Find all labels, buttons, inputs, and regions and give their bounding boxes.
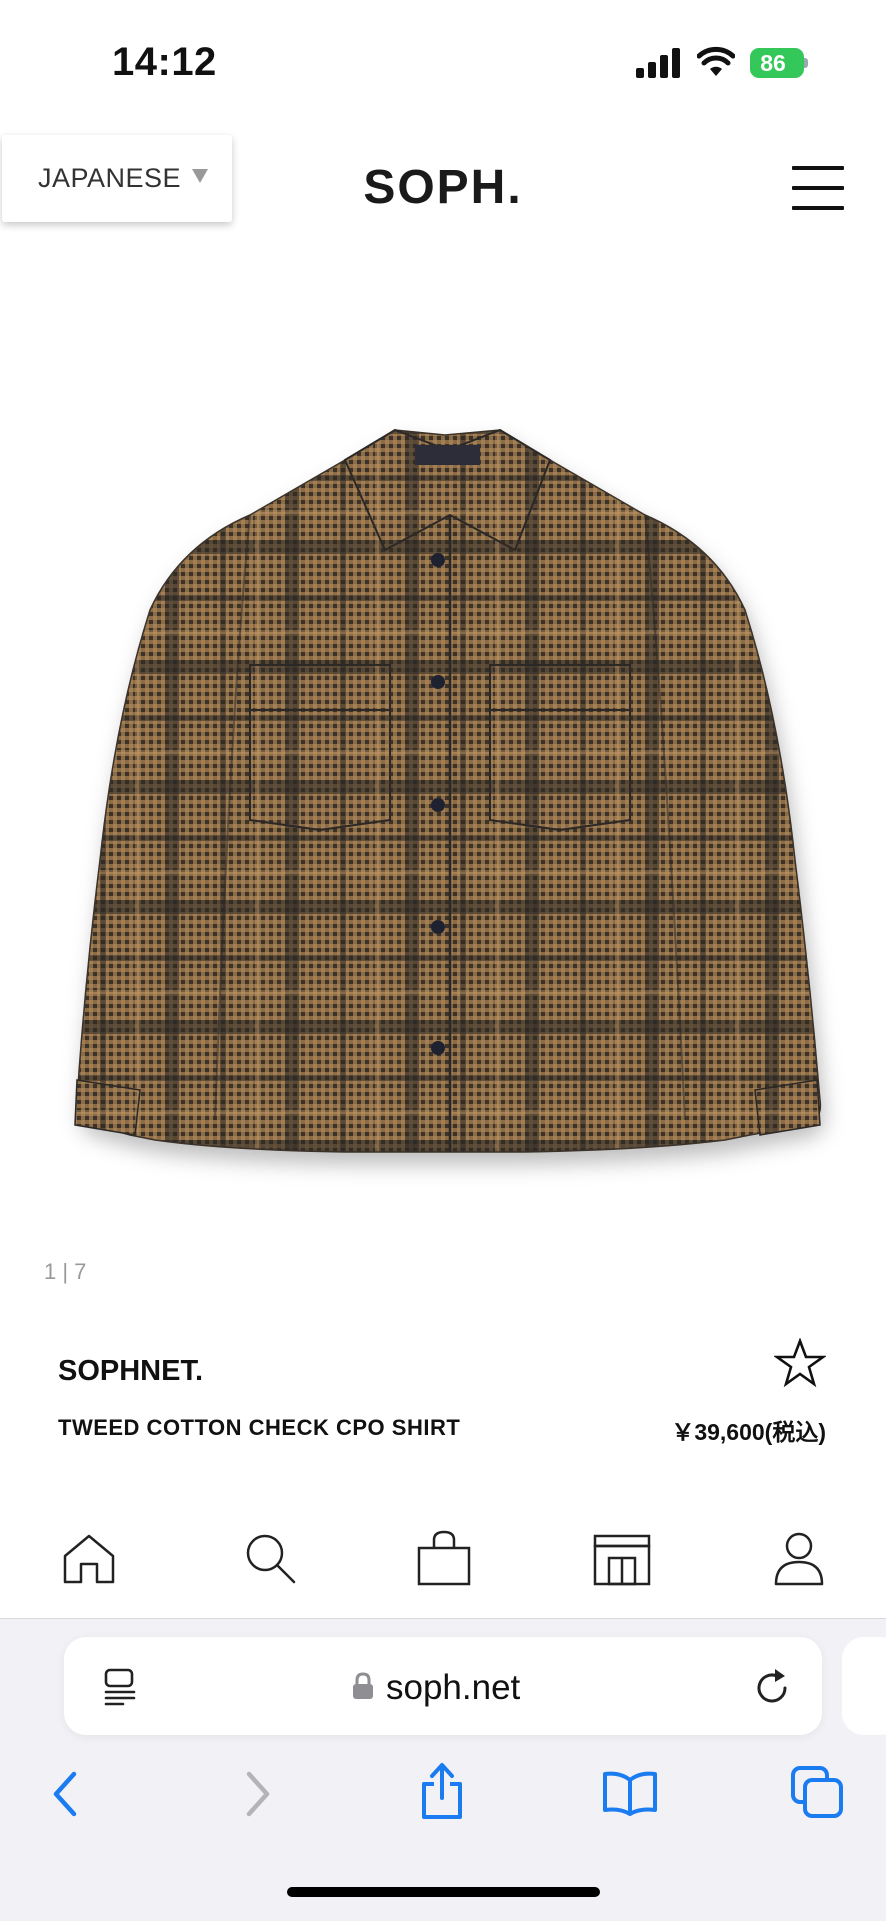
tabs-icon[interactable] xyxy=(790,1765,844,1819)
page-menu-icon[interactable] xyxy=(103,1668,137,1706)
url-text: soph.net xyxy=(386,1668,521,1707)
forward-icon[interactable] xyxy=(243,1770,273,1818)
next-tab-preview[interactable] xyxy=(842,1637,886,1735)
home-icon[interactable] xyxy=(61,1530,117,1586)
site-logo[interactable]: SOPH. xyxy=(0,160,886,215)
back-icon[interactable] xyxy=(50,1770,80,1818)
cellular-signal-icon xyxy=(636,48,680,78)
reload-icon[interactable] xyxy=(755,1668,791,1706)
status-time: 14:12 xyxy=(112,40,217,84)
bookmarks-icon[interactable] xyxy=(602,1770,658,1816)
image-counter: 1 | 7 xyxy=(44,1259,87,1284)
product-brand: SOPHNET. xyxy=(58,1355,204,1387)
home-indicator xyxy=(287,1887,600,1897)
store-icon[interactable] xyxy=(592,1530,652,1586)
share-icon[interactable] xyxy=(418,1762,466,1820)
product-price: ￥39,600(税込) xyxy=(671,1419,826,1445)
star-outline-icon[interactable] xyxy=(774,1338,826,1390)
wifi-icon xyxy=(697,46,735,76)
search-icon[interactable] xyxy=(242,1530,298,1586)
battery-level: 86 xyxy=(760,50,786,76)
account-icon[interactable] xyxy=(771,1530,827,1586)
product-name: TWEED COTTON CHECK CPO SHIRT xyxy=(58,1415,461,1440)
lock-icon xyxy=(353,1672,373,1699)
product-image[interactable] xyxy=(45,420,845,1190)
shopping-bag-icon[interactable] xyxy=(416,1530,472,1586)
battery-indicator: 86 xyxy=(750,48,808,78)
hamburger-menu-icon[interactable] xyxy=(792,166,844,210)
